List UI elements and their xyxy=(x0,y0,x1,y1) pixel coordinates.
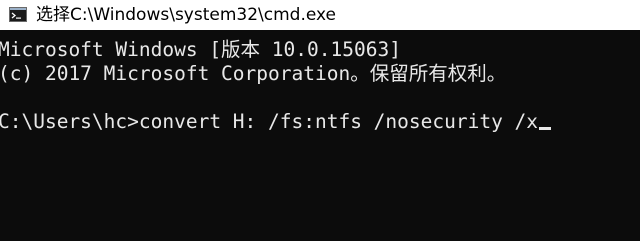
console-output[interactable]: Microsoft Windows [版本 10.0.15063] (c) 20… xyxy=(0,30,640,241)
console-line-copyright: (c) 2017 Microsoft Corporation。保留所有权利。 xyxy=(0,62,507,85)
console-line-version: Microsoft Windows [版本 10.0.15063] xyxy=(0,38,401,61)
command-text: C:\Users\hc>convert H: /fs:ntfs /nosecur… xyxy=(0,110,539,133)
text-cursor xyxy=(539,127,552,130)
title-bar[interactable]: 选择C:\Windows\system32\cmd.exe xyxy=(0,0,640,30)
cmd-window: 选择C:\Windows\system32\cmd.exe Microsoft … xyxy=(0,0,640,241)
window-title: 选择C:\Windows\system32\cmd.exe xyxy=(36,5,337,25)
cmd-console-icon[interactable] xyxy=(9,7,27,22)
command-prompt-line[interactable]: C:\Users\hc>convert H: /fs:ntfs /nosecur… xyxy=(0,110,552,134)
